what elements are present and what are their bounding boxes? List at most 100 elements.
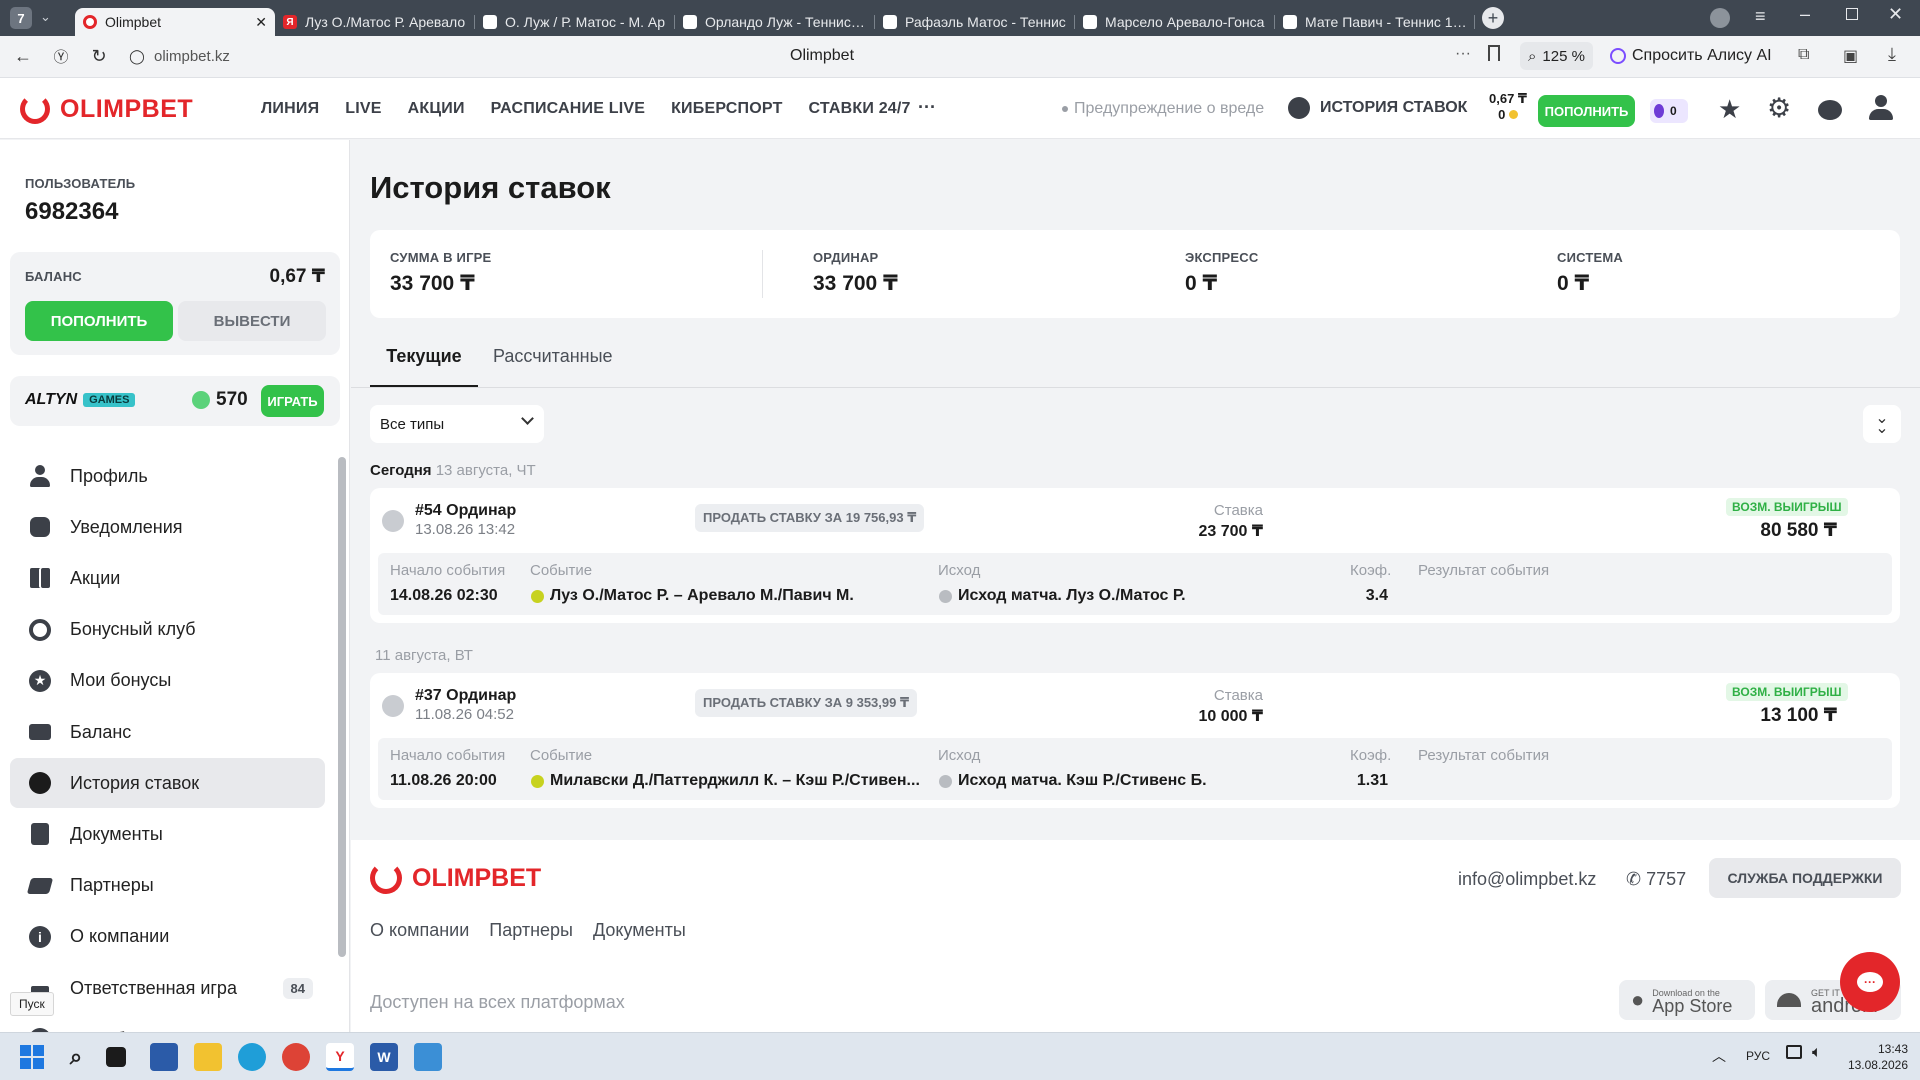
nav-item[interactable]: СТАВКИ 24/7	[809, 100, 911, 118]
file-explorer-icon[interactable]	[194, 1043, 222, 1071]
close-tab-icon[interactable]: ✕	[255, 14, 267, 31]
back-icon[interactable]: ←	[8, 46, 38, 67]
app-store-badge[interactable]: ● Download on the App Store	[1619, 980, 1755, 1020]
altyn-logo-text: ALTYN	[25, 391, 78, 408]
zoom-indicator[interactable]: ⌕ 125 %	[1520, 42, 1593, 70]
site-info-icon[interactable]: ◯	[122, 48, 152, 65]
sidebar-scrollbar[interactable]	[338, 445, 346, 1025]
sell-bet-button[interactable]: ПРОДАТЬ СТАВКУ ЗА 9 353,99 ₸	[695, 689, 918, 717]
tab-counter[interactable]: 7	[10, 7, 32, 29]
sidebar-item[interactable]: Документы	[10, 809, 325, 859]
nav-item[interactable]: ЛИНИЯ	[261, 100, 319, 118]
volume-icon[interactable]: 🔈︎	[1812, 1044, 1822, 1062]
browser-tab[interactable]: Я Луз О./Матос Р. Аревало	[275, 8, 475, 36]
collections-icon[interactable]: ▣	[1843, 46, 1858, 66]
yandex-icon[interactable]: Ⓨ	[46, 46, 76, 67]
bet-card[interactable]: #54 Ординар 13.08.26 13:42 ПРОДАТЬ СТАВКУ …	[370, 488, 1900, 623]
more-icon[interactable]: ···	[1455, 45, 1471, 63]
bookmark-icon[interactable]	[1488, 45, 1500, 61]
collapse-all-button[interactable]: ⌄ ⌄	[1863, 405, 1901, 443]
tab-list-chevron-icon[interactable]: ⌄	[40, 9, 51, 25]
settings-gear-icon[interactable]: ⚙	[1767, 93, 1791, 124]
app-icon[interactable]	[414, 1043, 442, 1071]
header-deposit-button[interactable]: ПОПОЛНИТЬ	[1538, 95, 1635, 127]
bet-type-filter[interactable]: Все типы	[370, 405, 544, 443]
reload-icon[interactable]: ↻	[84, 46, 114, 67]
bet-card[interactable]: #37 Ординар 11.08.26 04:52 ПРОДАТЬ СТАВКУ …	[370, 673, 1900, 808]
sidebar-item[interactable]: ★ Мои бонусы	[10, 656, 325, 706]
taskbar-search-icon[interactable]: ⌕	[62, 1043, 90, 1071]
task-view-icon[interactable]	[106, 1047, 126, 1067]
new-tab-button[interactable]: +	[1482, 7, 1504, 29]
browser-tab-active[interactable]: Olimpbet ✕	[75, 8, 275, 36]
footer-link[interactable]: О компании	[370, 920, 469, 941]
extensions-icon[interactable]: ⧉	[1798, 46, 1809, 64]
sidebar-item[interactable]: Ответственная игра 84	[10, 963, 325, 1013]
sidebar-item[interactable]: Служба поддержки	[10, 1014, 325, 1032]
chrome-icon[interactable]	[282, 1043, 310, 1071]
browser-menu-icon[interactable]: ≡	[1755, 6, 1766, 27]
coefficient: 3.4	[1365, 587, 1388, 604]
sell-bet-button[interactable]: ПРОДАТЬ СТАВКУ ЗА 19 756,93 ₸	[695, 504, 925, 532]
sidebar-item[interactable]: Бонусный клуб	[10, 605, 325, 655]
harm-warning-link[interactable]: Предупреждение о вреде	[1062, 100, 1264, 118]
bet-history-link[interactable]: ИСТОРИЯ СТАВОК	[1288, 97, 1467, 119]
footer-phone[interactable]: ✆ 7757	[1626, 869, 1686, 890]
bonus-counter[interactable]: 0	[1650, 99, 1688, 123]
chat-icon[interactable]	[1818, 100, 1842, 120]
address-bar: ← Ⓨ ↻ ◯ olimpbet.kz Olimpbet ··· ⌕ 125 % …	[0, 36, 1920, 78]
sidebar-item[interactable]: История ставок	[10, 758, 325, 809]
close-window-icon[interactable]: ✕	[1888, 4, 1903, 25]
sidebar-item[interactable]: i О компании	[10, 912, 325, 962]
url-field[interactable]: olimpbet.kz	[154, 48, 230, 65]
nav-item[interactable]: РАСПИСАНИЕ LIVE	[491, 100, 645, 118]
nav-item[interactable]: АКЦИИ	[408, 100, 465, 118]
sidebar-item[interactable]: Партнеры	[10, 861, 325, 911]
browser-tab[interactable]: Марсело Аревало-Гонса	[1075, 8, 1275, 36]
browser-tab[interactable]: Рафаэль Матос - Теннис	[875, 8, 1075, 36]
favorites-star-icon[interactable]: ★	[1718, 94, 1741, 125]
network-icon[interactable]	[1786, 1045, 1802, 1059]
browser-tab[interactable]: О. Луж / Р. Матос - М. Ар	[475, 8, 675, 36]
play-button[interactable]: ИГРАТЬ	[261, 385, 324, 417]
windows-start-icon[interactable]	[18, 1043, 46, 1071]
word-icon[interactable]: W	[370, 1043, 398, 1071]
sidebar-item[interactable]: Профиль	[10, 451, 325, 501]
event-name[interactable]: Луз О./Матос Р. – Аревало М./Павич М.	[550, 587, 930, 605]
summary-label: СИСТЕМА	[1557, 250, 1624, 265]
sidebar-item[interactable]: Уведомления	[10, 502, 325, 552]
nav-item[interactable]: LIVE	[345, 100, 381, 118]
profile-avatar-icon[interactable]	[1710, 8, 1730, 28]
withdraw-button[interactable]: ВЫВЕСТИ	[178, 301, 326, 341]
support-button[interactable]: СЛУЖБА ПОДДЕРЖКИ	[1709, 858, 1901, 898]
download-icon[interactable]: ⤓	[1888, 44, 1896, 65]
footer-logo[interactable]: OLIMPBET	[370, 862, 541, 894]
tab-current[interactable]: Текущие	[370, 340, 478, 388]
bet-details: Начало события Событие Исход Коэф. Результат…	[378, 738, 1892, 800]
edge-icon[interactable]	[238, 1043, 266, 1071]
nav-item[interactable]: КИБЕРСПОРТ	[671, 100, 782, 118]
tray-chevron-icon[interactable]: ︿	[1712, 1046, 1726, 1066]
store-icon[interactable]	[150, 1043, 178, 1071]
sidebar-item[interactable]: Баланс	[10, 707, 325, 757]
alice-button[interactable]: Спросить Алису AI	[1610, 42, 1772, 70]
account-user-icon[interactable]	[1868, 95, 1894, 121]
header-balance[interactable]: 0,67 ₸ 0	[1484, 91, 1532, 123]
browser-tab[interactable]: Мате Павич - Теннис 199	[1275, 8, 1475, 36]
restore-icon[interactable]	[1846, 8, 1858, 20]
footer-email[interactable]: info@olimpbet.kz	[1458, 869, 1596, 890]
chat-support-button[interactable]: ···	[1840, 952, 1900, 1012]
footer-link[interactable]: Партнеры	[489, 920, 573, 941]
footer-link[interactable]: Документы	[593, 920, 686, 941]
browser-tab[interactable]: Орландо Луж - Теннис 19	[675, 8, 875, 36]
input-language[interactable]: РУС	[1746, 1049, 1770, 1063]
minimize-icon[interactable]: –	[1800, 4, 1810, 25]
sidebar-deposit-button[interactable]: ПОПОЛНИТЬ	[25, 301, 173, 341]
event-name[interactable]: Милавски Д./Паттерджилл К. – Кэш Р./Стив…	[550, 772, 930, 790]
yandex-browser-icon[interactable]: Y	[326, 1043, 354, 1071]
tab-settled[interactable]: Рассчитанные	[493, 346, 613, 367]
clock[interactable]: 13:43 13.08.2026	[1844, 1041, 1908, 1073]
olimpbet-logo[interactable]: OLIMPBET	[20, 94, 193, 124]
nav-more-icon[interactable]: ···	[918, 97, 936, 118]
sidebar-item[interactable]: Акции	[10, 553, 325, 603]
